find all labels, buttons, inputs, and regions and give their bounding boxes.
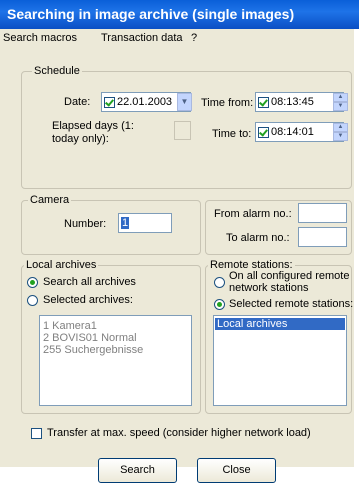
- from-alarm-input[interactable]: [298, 203, 347, 223]
- menu-help[interactable]: ?: [191, 29, 197, 48]
- time-to-spinner[interactable]: ▲ ▼: [333, 123, 348, 141]
- transfer-max-speed-label[interactable]: Transfer at max. speed (consider higher …: [47, 427, 311, 440]
- search-all-archives-label[interactable]: Search all archives: [43, 276, 136, 289]
- time-to-label: Time to:: [212, 128, 252, 140]
- selected-archives-label[interactable]: Selected archives:: [43, 294, 133, 307]
- to-alarm-label: To alarm no.:: [226, 232, 290, 244]
- from-alarm-label: From alarm no.:: [214, 208, 292, 220]
- time-from-checkbox[interactable]: [258, 96, 269, 108]
- search-dialog: Searching in image archive (single image…: [0, 0, 359, 483]
- spin-down-icon[interactable]: ▼: [333, 132, 348, 141]
- spin-up-icon[interactable]: ▲: [333, 123, 348, 132]
- date-dropdown-button[interactable]: ▼: [177, 93, 192, 111]
- local-archives-legend: Local archives: [24, 259, 99, 272]
- schedule-legend: Schedule: [32, 65, 82, 78]
- date-value: 22.01.2003: [117, 96, 173, 108]
- camera-number-input[interactable]: 1: [118, 213, 172, 233]
- archives-list[interactable]: 1 Kamera1 2 BOVIS01 Normal 255 Suchergeb…: [39, 315, 192, 406]
- all-remote-stations-radio[interactable]: [214, 277, 225, 288]
- search-button[interactable]: Search: [98, 458, 177, 483]
- time-to-checkbox[interactable]: [258, 126, 269, 138]
- chevron-down-icon: ▼: [180, 97, 189, 106]
- elapsed-days-field[interactable]: [174, 121, 191, 140]
- time-from-field[interactable]: 08:13:45: [255, 92, 344, 112]
- elapsed-days-label-2: today only):: [52, 133, 109, 145]
- close-button[interactable]: Close: [197, 458, 276, 483]
- window-edge: [354, 29, 359, 467]
- window-title: Searching in image archive (single image…: [0, 0, 359, 29]
- spin-up-icon[interactable]: ▲: [333, 93, 348, 102]
- menu-bar: Search macros Transaction data ?: [0, 29, 359, 48]
- time-from-value: 08:13:45: [271, 96, 314, 108]
- elapsed-days-label-1: Elapsed days (1:: [52, 120, 134, 132]
- date-checkbox[interactable]: [104, 96, 115, 108]
- spin-down-icon[interactable]: ▼: [333, 102, 348, 111]
- menu-transaction-data[interactable]: Transaction data: [101, 29, 183, 48]
- menu-search-macros[interactable]: Search macros: [3, 29, 77, 48]
- to-alarm-input[interactable]: [298, 227, 347, 247]
- camera-number-label: Number:: [64, 218, 107, 230]
- time-from-label: Time from:: [201, 97, 254, 109]
- list-item[interactable]: 1 Kamera1: [43, 320, 97, 332]
- time-to-value: 08:14:01: [271, 126, 314, 138]
- list-item[interactable]: 255 Suchergebnisse: [43, 344, 143, 356]
- all-remote-stations-label-2[interactable]: network stations: [229, 282, 308, 295]
- search-all-archives-radio[interactable]: [27, 277, 38, 288]
- transfer-max-speed-checkbox[interactable]: [31, 428, 42, 439]
- list-item[interactable]: Local archives: [215, 318, 345, 330]
- time-to-field[interactable]: 08:14:01: [255, 122, 344, 142]
- camera-number-value: 1: [121, 217, 130, 229]
- selected-remote-stations-radio[interactable]: [214, 299, 225, 310]
- camera-legend: Camera: [28, 194, 72, 207]
- camera-group: Camera: [21, 194, 201, 255]
- selected-archives-radio[interactable]: [27, 295, 38, 306]
- selected-remote-stations-label[interactable]: Selected remote stations:: [229, 298, 353, 311]
- remote-stations-list[interactable]: Local archives: [213, 315, 347, 406]
- list-item[interactable]: 2 BOVIS01 Normal: [43, 332, 137, 344]
- date-label: Date:: [64, 96, 91, 108]
- time-from-spinner[interactable]: ▲ ▼: [333, 93, 348, 111]
